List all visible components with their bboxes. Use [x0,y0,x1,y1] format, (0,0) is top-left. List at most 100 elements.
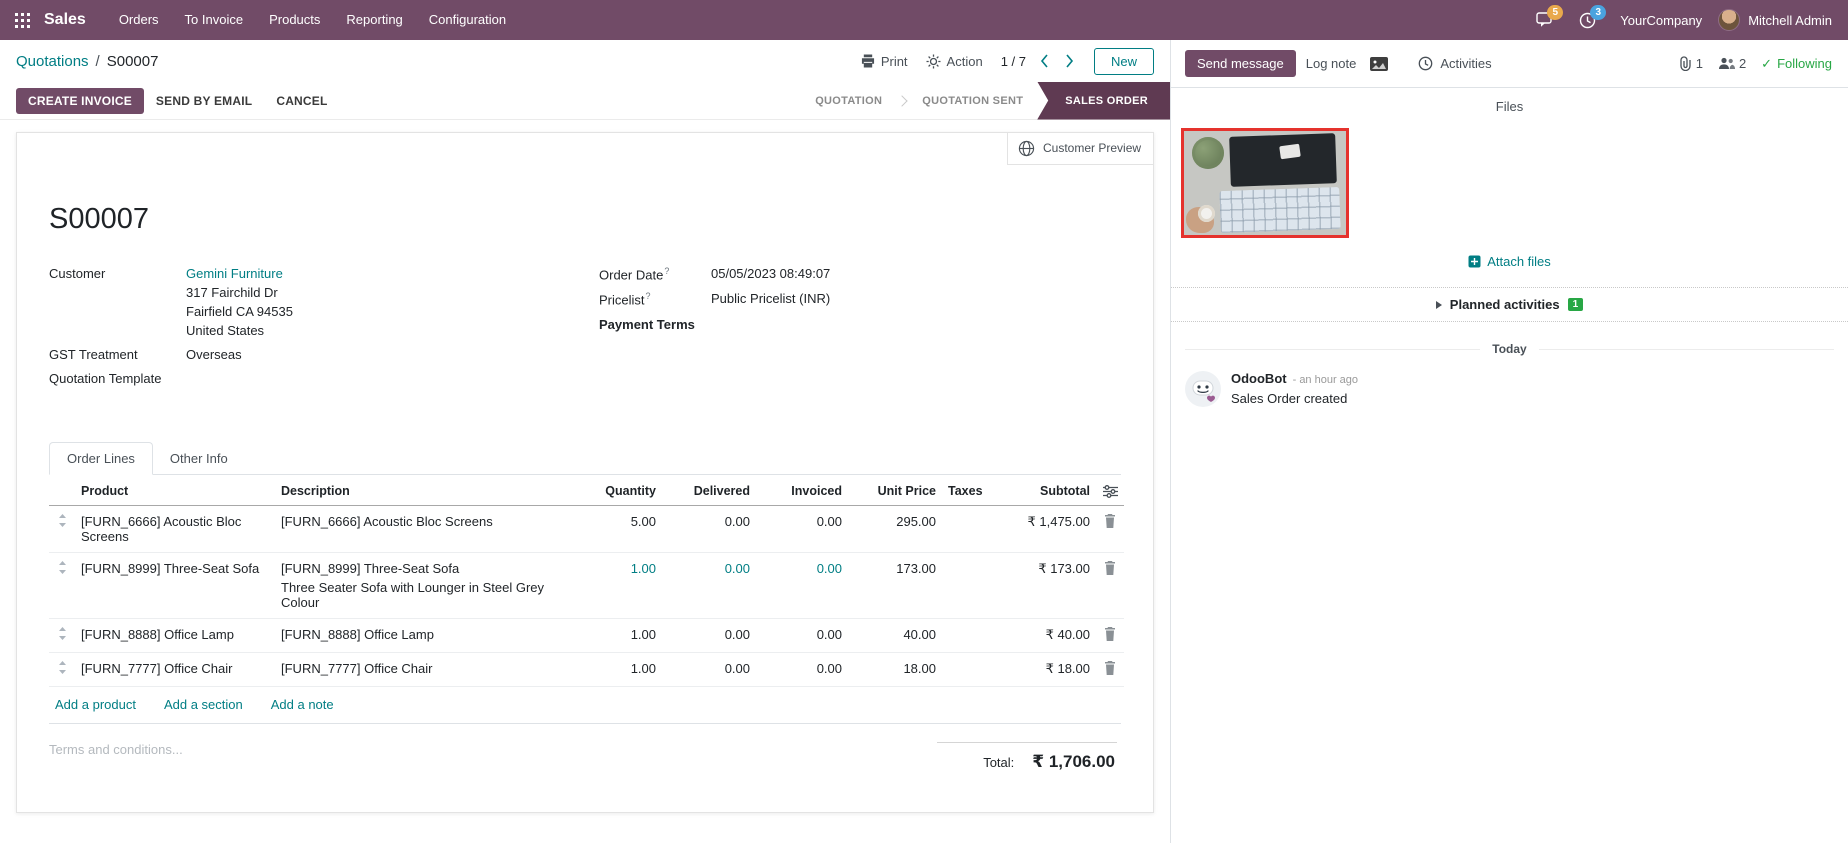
action-menu-button[interactable]: Action [926,54,983,69]
line-unit-price[interactable]: 173.00 [848,553,942,619]
column-subtotal[interactable]: Subtotal [992,475,1096,506]
add-product-link[interactable]: Add a product [55,697,136,712]
attachment-thumbnail[interactable] [1181,128,1349,238]
line-product[interactable]: [FURN_6666] Acoustic Bloc Screens [75,506,275,553]
customer-link[interactable]: Gemini Furniture [186,266,283,281]
line-unit-price[interactable]: 295.00 [848,506,942,553]
line-unit-price[interactable]: 18.00 [848,653,942,687]
drag-handle-icon[interactable] [58,661,67,674]
line-delivered[interactable]: 0.00 [662,619,756,653]
menu-item-to-invoice[interactable]: To Invoice [172,0,257,40]
menu-item-reporting[interactable]: Reporting [333,0,415,40]
line-quantity[interactable]: 1.00 [572,553,662,619]
line-description[interactable]: [FURN_6666] Acoustic Bloc Screens [275,506,572,553]
tab-other-info[interactable]: Other Info [153,442,245,474]
line-taxes[interactable] [942,653,992,687]
drag-handle-icon[interactable] [58,561,67,574]
line-unit-price[interactable]: 40.00 [848,619,942,653]
column-unit-price[interactable]: Unit Price [848,475,942,506]
terms-and-conditions-input[interactable]: Terms and conditions... [49,742,183,757]
line-product[interactable]: [FURN_8999] Three-Seat Sofa [75,553,275,619]
status-step-sales-order[interactable]: SALES ORDER [1037,82,1170,120]
log-note-button[interactable]: Log note [1296,50,1367,77]
attach-files-button[interactable]: Attach files [1171,254,1848,269]
line-taxes[interactable] [942,506,992,553]
order-date-value[interactable]: 05/05/2023 08:49:07 [711,266,830,282]
pricelist-value[interactable]: Public Pricelist (INR) [711,291,830,307]
column-invoiced[interactable]: Invoiced [756,475,848,506]
add-note-link[interactable]: Add a note [271,697,334,712]
user-menu[interactable]: Mitchell Admin [1748,13,1832,28]
messages-button[interactable]: 5 [1536,12,1555,28]
followers-counter[interactable]: 2 [1718,56,1746,71]
line-invoiced[interactable]: 0.00 [756,553,848,619]
line-description[interactable]: [FURN_7777] Office Chair [275,653,572,687]
globe-icon [1018,140,1035,157]
line-product[interactable]: [FURN_7777] Office Chair [75,653,275,687]
tab-order-lines[interactable]: Order Lines [49,442,153,475]
gst-treatment-value[interactable]: Overseas [186,347,242,362]
user-avatar[interactable] [1718,9,1740,31]
customer-preview-button[interactable]: Customer Preview [1007,133,1153,165]
status-step-quotation-sent[interactable]: QUOTATION SENT [908,82,1037,120]
table-row[interactable]: [FURN_6666] Acoustic Bloc Screens [FURN_… [49,506,1124,553]
activities-button[interactable]: 3 [1579,12,1596,29]
status-step-quotation[interactable]: QUOTATION [801,82,896,120]
add-section-link[interactable]: Add a section [164,697,243,712]
line-quantity[interactable]: 1.00 [572,653,662,687]
line-product[interactable]: [FURN_8888] Office Lamp [75,619,275,653]
line-quantity[interactable]: 1.00 [572,619,662,653]
schedule-activity-button[interactable]: Activities [1418,56,1491,71]
apps-menu-button[interactable] [0,0,44,40]
planned-activities-toggle[interactable]: Planned activities 1 [1171,287,1848,322]
delete-line-icon[interactable] [1104,514,1116,528]
line-invoiced[interactable]: 0.00 [756,619,848,653]
odoobot-avatar[interactable] [1185,371,1221,407]
record-title[interactable]: S00007 [49,203,1121,236]
delete-line-icon[interactable] [1104,561,1116,575]
company-switcher[interactable]: YourCompany [1620,13,1702,28]
column-taxes[interactable]: Taxes [942,475,992,506]
menu-item-configuration[interactable]: Configuration [416,0,519,40]
message-author[interactable]: OdooBot [1231,371,1287,386]
table-row[interactable]: [FURN_8888] Office Lamp [FURN_8888] Offi… [49,619,1124,653]
column-description[interactable]: Description [275,475,572,506]
payment-terms-input[interactable] [711,317,871,333]
create-invoice-button[interactable]: CREATE INVOICE [16,88,144,114]
line-delivered[interactable]: 0.00 [662,653,756,687]
line-invoiced[interactable]: 0.00 [756,653,848,687]
line-taxes[interactable] [942,553,992,619]
new-button[interactable]: New [1094,48,1154,75]
delete-line-icon[interactable] [1104,627,1116,641]
line-delivered[interactable]: 0.00 [662,553,756,619]
delete-line-icon[interactable] [1104,661,1116,675]
line-quantity[interactable]: 5.00 [572,506,662,553]
send-message-button[interactable]: Send message [1185,50,1296,77]
column-delivered[interactable]: Delivered [662,475,756,506]
table-row[interactable]: [FURN_7777] Office Chair [FURN_7777] Off… [49,653,1124,687]
following-toggle[interactable]: ✓ Following [1761,56,1832,72]
line-description[interactable]: [FURN_8888] Office Lamp [275,619,572,653]
quotation-template-input[interactable] [186,371,346,387]
drag-handle-icon[interactable] [58,514,67,527]
attachments-counter[interactable]: 1 [1679,56,1703,71]
column-product[interactable]: Product [75,475,275,506]
pager-previous-button[interactable] [1038,52,1051,70]
line-delivered[interactable]: 0.00 [662,506,756,553]
app-name[interactable]: Sales [44,11,86,29]
cancel-button[interactable]: CANCEL [264,88,339,114]
optional-columns-icon[interactable] [1102,485,1118,498]
image-icon[interactable] [1370,57,1388,71]
breadcrumb-quotations-link[interactable]: Quotations [16,53,89,70]
print-button[interactable]: Print [861,54,908,69]
send-by-email-button[interactable]: SEND BY EMAIL [144,88,264,114]
table-row[interactable]: [FURN_8999] Three-Seat Sofa [FURN_8999] … [49,553,1124,619]
menu-item-products[interactable]: Products [256,0,333,40]
column-quantity[interactable]: Quantity [572,475,662,506]
pager-next-button[interactable] [1063,52,1076,70]
drag-handle-icon[interactable] [58,627,67,640]
menu-item-orders[interactable]: Orders [106,0,172,40]
line-invoiced[interactable]: 0.00 [756,506,848,553]
line-taxes[interactable] [942,619,992,653]
line-description[interactable]: [FURN_8999] Three-Seat Sofa Three Seater… [275,553,572,619]
